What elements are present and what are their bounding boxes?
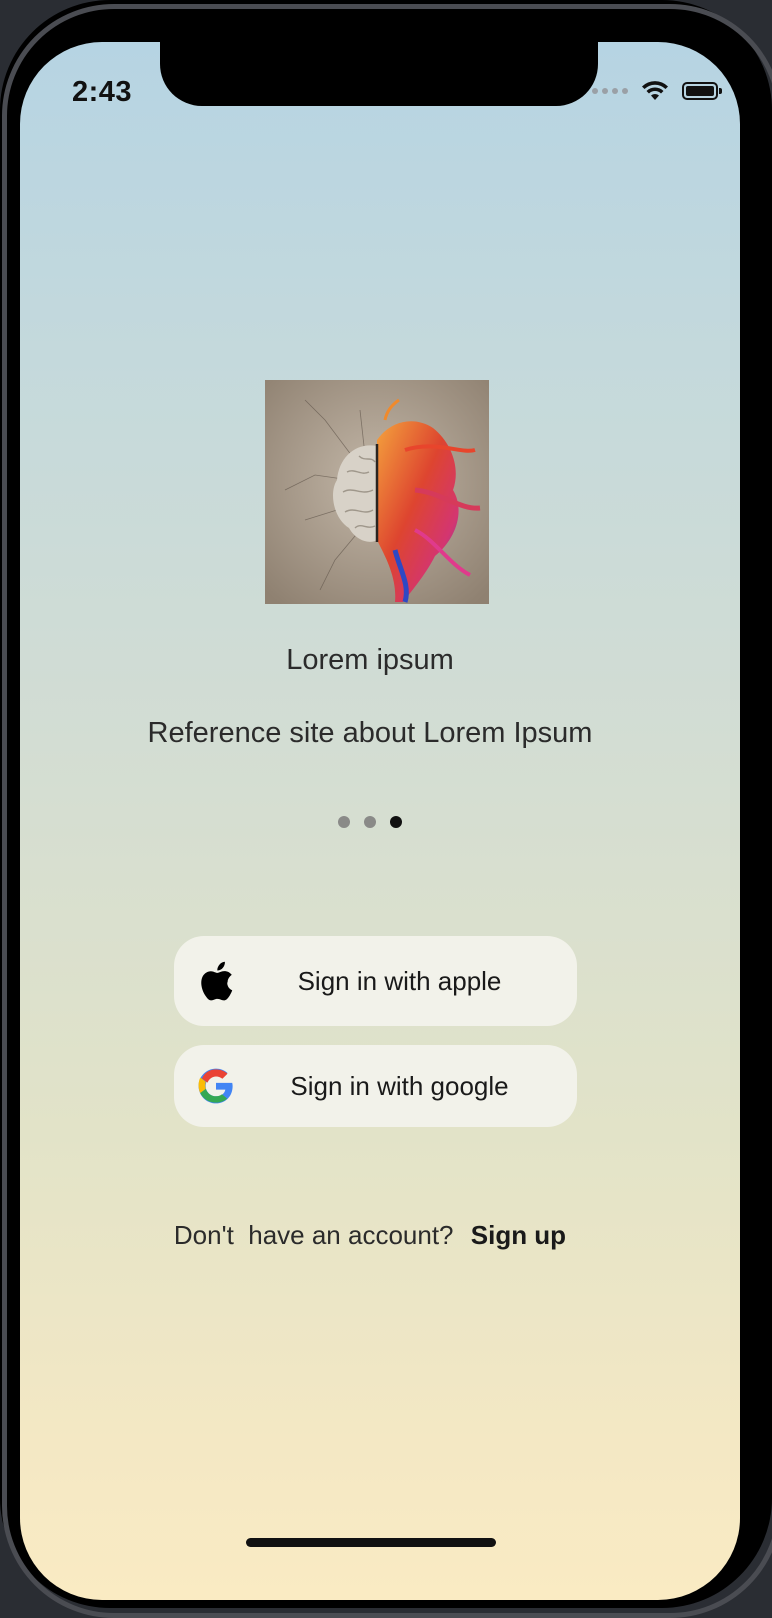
onboarding-title: Lorem ipsum [286, 644, 454, 676]
page-dot-2[interactable] [364, 816, 376, 828]
battery-icon [682, 82, 722, 100]
brain-illustration [265, 380, 489, 604]
sign-up-link[interactable]: Sign up [471, 1220, 566, 1250]
page-dot-1[interactable] [338, 816, 350, 828]
apple-icon [196, 961, 236, 1001]
page-dot-3-active[interactable] [390, 816, 402, 828]
phone-frame: 2:43 Lorem ipsum Reference site about Lo… [0, 0, 772, 1618]
wifi-icon [642, 81, 668, 100]
status-time: 2:43 [72, 76, 133, 108]
signup-prompt: Don't have an account? [173, 1220, 454, 1250]
notch [160, 42, 598, 106]
home-indicator[interactable] [246, 1538, 496, 1547]
cellular-signal-icon [592, 88, 628, 94]
sign-in-google-button[interactable]: Sign in with google [174, 1045, 577, 1127]
signup-row: Don't have an account? Sign up [20, 1220, 720, 1251]
google-icon [196, 1066, 236, 1106]
status-icons [592, 80, 722, 102]
onboarding-subtitle: Reference site about Lorem Ipsum [147, 717, 593, 749]
app-screen: 2:43 Lorem ipsum Reference site about Lo… [20, 42, 740, 1600]
page-indicator [20, 816, 720, 828]
sign-in-apple-button[interactable]: Sign in with apple [174, 936, 577, 1026]
